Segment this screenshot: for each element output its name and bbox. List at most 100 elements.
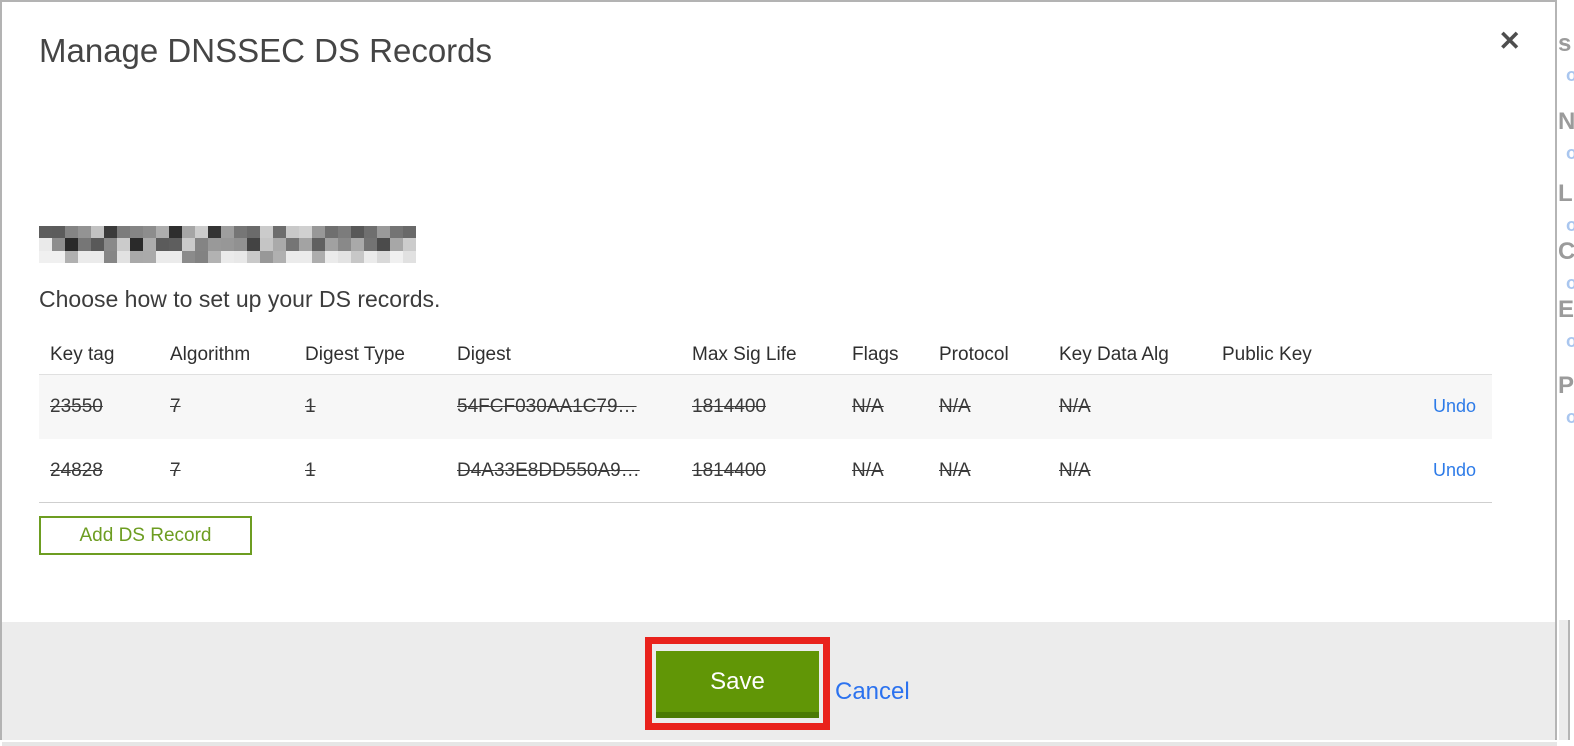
background-link-fragment: o	[1566, 331, 1574, 351]
redacted-pixel	[234, 250, 247, 263]
redacted-pixel	[78, 226, 91, 239]
redacted-pixel	[377, 226, 390, 239]
redacted-pixel	[260, 226, 273, 239]
redacted-pixel	[312, 250, 325, 263]
redacted-pixel	[130, 238, 143, 251]
redacted-pixel	[325, 226, 338, 239]
redacted-pixel	[195, 238, 208, 251]
redacted-pixel	[325, 250, 338, 263]
cell-flags: N/A	[852, 459, 884, 481]
cell-digest-type: 1	[305, 396, 316, 417]
redacted-pixel	[65, 226, 78, 239]
redacted-pixel	[377, 250, 390, 263]
redacted-pixel	[364, 238, 377, 251]
redacted-pixel	[104, 238, 117, 251]
redacted-pixel	[156, 250, 169, 263]
redacted-pixel	[273, 226, 286, 239]
redacted-domain-name	[39, 226, 423, 263]
redacted-pixel	[286, 226, 299, 239]
redacted-pixel	[52, 226, 65, 239]
redacted-pixel	[156, 238, 169, 251]
cell-digest-type: 1	[305, 459, 316, 481]
redacted-pixel	[169, 226, 182, 239]
redacted-pixel	[104, 250, 117, 263]
redacted-pixel	[312, 226, 325, 239]
redacted-pixel	[91, 250, 104, 263]
redacted-pixel	[273, 238, 286, 251]
redacted-pixel	[299, 226, 312, 239]
redacted-pixel	[208, 238, 221, 251]
background-text-fragment: C	[1559, 238, 1574, 265]
redacted-pixel	[338, 250, 351, 263]
background-text-fragment: P	[1559, 372, 1574, 399]
redacted-pixel	[403, 226, 416, 239]
column-header-algorithm: Algorithm	[170, 343, 251, 365]
cell-max-sig-life: 1814400	[692, 396, 766, 417]
cell-max-sig-life: 1814400	[692, 459, 766, 481]
redacted-pixel	[286, 250, 299, 263]
background-link-fragment: o	[1566, 407, 1574, 427]
ds-records-table: Key tag Algorithm Digest Type Digest Max…	[39, 335, 1492, 503]
redacted-pixel	[351, 238, 364, 251]
add-ds-record-button[interactable]: Add DS Record	[39, 516, 252, 555]
cell-digest: 54FCF030AA1C79…	[457, 396, 637, 417]
redacted-pixel	[78, 250, 91, 263]
cancel-link[interactable]: Cancel	[835, 678, 910, 706]
modal-title: Manage DNSSEC DS Records	[39, 32, 493, 69]
redacted-pixel	[351, 250, 364, 263]
redacted-pixel	[78, 238, 91, 251]
redacted-pixel	[286, 238, 299, 251]
redacted-pixel	[208, 250, 221, 263]
redacted-pixel	[143, 238, 156, 251]
redacted-pixel	[169, 238, 182, 251]
redacted-pixel	[208, 226, 221, 239]
redacted-pixel	[364, 250, 377, 263]
redacted-pixel	[182, 250, 195, 263]
redacted-pixel	[195, 226, 208, 239]
background-text-fragment: N	[1559, 108, 1574, 135]
save-button[interactable]: Save	[656, 651, 819, 718]
redacted-pixel	[377, 238, 390, 251]
table-row: 23550 7 1 54FCF030AA1C79… 1814400 N/A N/…	[39, 375, 1492, 439]
background-link-fragment: o	[1566, 215, 1574, 235]
redacted-pixel	[195, 250, 208, 263]
redacted-pixel	[169, 250, 182, 263]
background-link-fragment: o	[1566, 143, 1574, 163]
cell-algorithm: 7	[170, 459, 181, 481]
manage-dnssec-modal: Manage DNSSEC DS Records ✕ Choose how to…	[0, 0, 1557, 740]
column-header-flags: Flags	[852, 343, 899, 365]
cell-key-data-alg: N/A	[1059, 396, 1091, 417]
redacted-pixel	[260, 238, 273, 251]
redacted-pixel	[247, 250, 260, 263]
redacted-pixel	[65, 238, 78, 251]
background-link-fragment: o	[1566, 273, 1574, 293]
redacted-pixel	[130, 250, 143, 263]
cell-protocol: N/A	[939, 396, 971, 417]
cell-digest: D4A33E8DD550A9…	[457, 459, 640, 481]
undo-link[interactable]: Undo	[1433, 396, 1476, 416]
redacted-pixel	[117, 226, 130, 239]
undo-link[interactable]: Undo	[1433, 460, 1476, 480]
redacted-pixel	[39, 226, 52, 239]
redacted-pixel	[247, 226, 260, 239]
background-page-sliver: soNoLoCoEoPo	[1559, 0, 1574, 746]
redacted-pixel	[39, 250, 52, 263]
redacted-pixel	[364, 226, 377, 239]
redacted-pixel	[338, 226, 351, 239]
redacted-pixel	[52, 250, 65, 263]
background-text-fragment: L	[1559, 180, 1573, 207]
cell-key-tag: 24828	[50, 459, 103, 481]
redacted-pixel	[390, 226, 403, 239]
column-header-public-key: Public Key	[1222, 343, 1312, 365]
redacted-pixel	[104, 226, 117, 239]
redacted-pixel	[65, 250, 78, 263]
column-header-protocol: Protocol	[939, 343, 1009, 365]
cell-algorithm: 7	[170, 396, 181, 417]
modal-footer: Save Cancel	[2, 622, 1555, 740]
cell-protocol: N/A	[939, 459, 971, 481]
redacted-pixel	[143, 250, 156, 263]
redacted-pixel	[156, 226, 169, 239]
background-text-fragment: s	[1559, 30, 1572, 57]
column-header-key-tag: Key tag	[50, 343, 115, 365]
close-icon[interactable]: ✕	[1496, 26, 1523, 57]
